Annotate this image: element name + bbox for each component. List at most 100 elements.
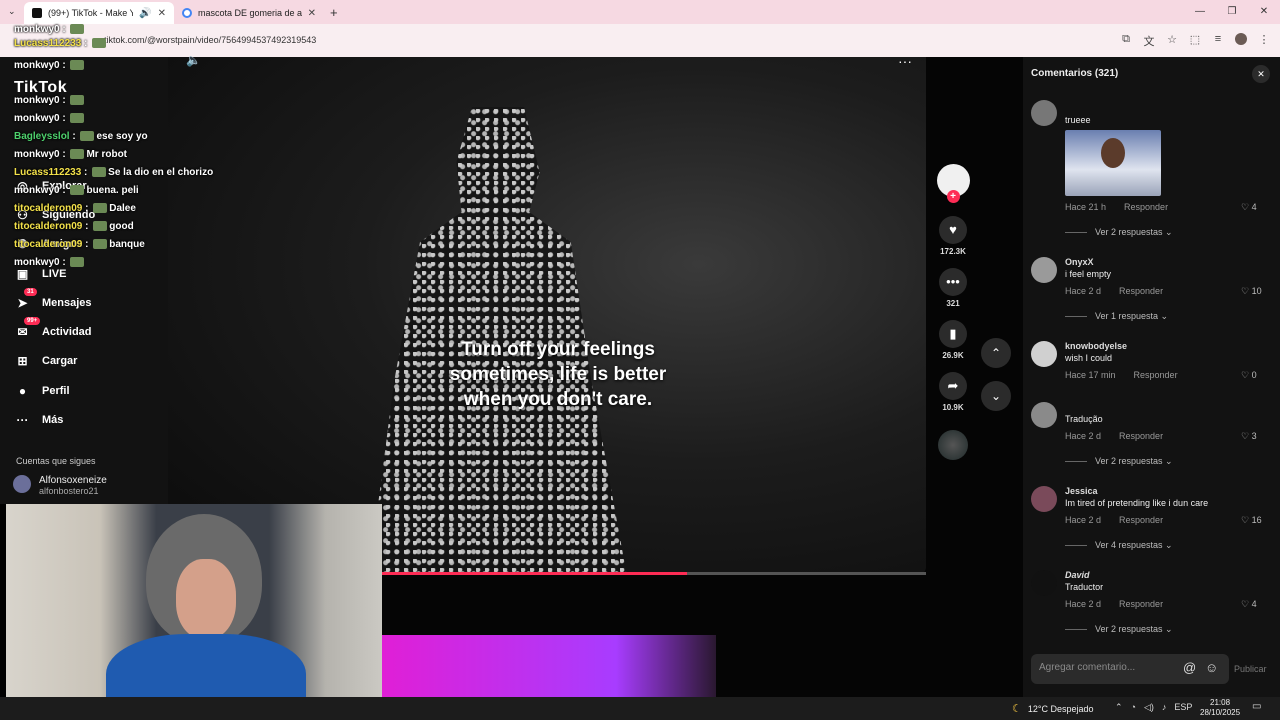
sidebar-item-perfil[interactable]: ● Perfil xyxy=(15,384,70,398)
minimize-icon[interactable]: — xyxy=(1184,0,1216,24)
translate-icon[interactable]: 文 xyxy=(1143,33,1155,49)
sidebar-item-label: Actividad xyxy=(42,326,92,338)
avatar[interactable] xyxy=(1031,100,1057,126)
progress-fill xyxy=(382,572,687,575)
clock-date: 28/10/2025 xyxy=(1200,708,1241,717)
restore-icon[interactable]: ❐ xyxy=(1216,0,1248,24)
sidebar-item-live[interactable]: ▣ LIVE xyxy=(15,267,67,281)
avatar[interactable] xyxy=(1031,257,1057,283)
sidebar-item-actividad[interactable]: ✉ 99+ Actividad xyxy=(15,317,92,339)
streamer-image xyxy=(106,514,306,717)
share-icon: ➦ xyxy=(939,372,967,400)
extensions-icon[interactable]: ⬚ xyxy=(1189,33,1201,49)
view-replies-button[interactable]: Ver 4 respuestas ⌄ xyxy=(1065,540,1173,551)
view-replies-button[interactable]: Ver 2 respuestas ⌄ xyxy=(1065,456,1173,467)
close-tab-icon[interactable]: ✕ xyxy=(308,8,316,19)
chevron-up-icon[interactable]: ⌃ xyxy=(1115,702,1123,713)
reply-button[interactable]: Responder xyxy=(1119,599,1163,609)
next-video-preview[interactable] xyxy=(382,635,716,697)
sidebar-item-label: Más xyxy=(42,414,64,426)
emoji-icon[interactable]: ☺ xyxy=(1205,660,1218,675)
comment-like[interactable]: ♡ 10 xyxy=(1241,286,1262,297)
close-icon[interactable]: ✕ xyxy=(1252,65,1270,83)
like-count: 10 xyxy=(1251,286,1262,296)
comment-text: trueee xyxy=(1065,115,1091,125)
emote-icon xyxy=(70,257,85,268)
screenshot-icon[interactable]: ⧉ xyxy=(1120,33,1132,49)
new-tab-icon[interactable]: + xyxy=(330,5,338,20)
menu-icon[interactable]: ⋮ xyxy=(1258,33,1270,49)
comment-like[interactable]: ♡ 4 xyxy=(1241,202,1257,213)
avatar[interactable] xyxy=(1031,402,1057,428)
avatar[interactable] xyxy=(1031,570,1057,596)
comment-like[interactable]: ♡ 16 xyxy=(1241,515,1262,526)
reply-button[interactable]: Responder xyxy=(1119,286,1163,296)
like-count: 3 xyxy=(1251,431,1257,441)
account-name: Alfonsoxeneize xyxy=(39,475,107,486)
like-button[interactable]: ♥ 172.3K xyxy=(936,216,970,256)
tab-search-icon[interactable]: ⌄ xyxy=(8,6,16,17)
volume-icon[interactable]: ◁) xyxy=(1144,702,1154,713)
star-icon[interactable]: ☆ xyxy=(1166,33,1178,49)
messages-icon: ➤ xyxy=(17,296,28,310)
url-field[interactable]: tiktok.com/@worstpain/video/756499453749… xyxy=(104,35,316,45)
divider xyxy=(1065,232,1087,234)
chat-separator: : xyxy=(82,203,92,214)
like-count: 172.3K xyxy=(940,247,966,256)
volume-icon[interactable]: 🔈 xyxy=(186,53,201,67)
next-video-button[interactable]: ⌄ xyxy=(981,381,1011,411)
activity-badge: 99+ xyxy=(24,317,41,325)
close-window-icon[interactable]: ✕ xyxy=(1248,0,1280,24)
previous-video-button[interactable]: ⌃ xyxy=(981,338,1011,368)
view-replies-button[interactable]: Ver 2 respuestas ⌄ xyxy=(1065,624,1173,635)
comment-like[interactable]: ♡ 4 xyxy=(1241,599,1257,610)
sidebar-item-mas[interactable]: ··· Más xyxy=(15,413,64,427)
comment-input[interactable] xyxy=(1039,662,1179,673)
comment-button[interactable]: ••• 321 xyxy=(936,268,970,308)
follow-plus-icon[interactable]: + xyxy=(946,190,960,203)
chat-message: monkwy0 : xyxy=(14,113,86,124)
chat-text: ese soy yo xyxy=(96,131,148,142)
post-button[interactable]: Publicar xyxy=(1234,664,1267,674)
comment-user[interactable]: David xyxy=(1065,570,1090,580)
chat-message: Lucass112233 : xyxy=(14,38,108,49)
tab-google[interactable]: mascota DE gomeria de autos ✕ xyxy=(174,2,324,24)
view-replies-button[interactable]: Ver 1 respuesta ⌄ xyxy=(1065,311,1168,322)
sidebar-item-mensajes[interactable]: ➤ 31 Mensajes xyxy=(15,288,92,310)
chat-username: Lucass112233 xyxy=(14,167,82,178)
video-player[interactable]: Turn off your feelings sometimes, life i… xyxy=(168,57,926,575)
reply-button[interactable]: Responder xyxy=(1119,515,1163,525)
comment-like[interactable]: ♡ 0 xyxy=(1241,370,1257,381)
sound-button[interactable] xyxy=(936,430,970,460)
video-progress[interactable] xyxy=(382,572,926,575)
mute-tab-icon[interactable]: 🔊 xyxy=(139,8,151,19)
language-indicator[interactable]: ESP xyxy=(1174,702,1192,713)
video-options-icon[interactable]: ··· xyxy=(898,53,912,69)
mention-icon[interactable]: @ xyxy=(1183,660,1196,675)
view-replies-button[interactable]: Ver 2 respuestas ⌄ xyxy=(1065,227,1173,238)
comment-user[interactable]: OnyxX xyxy=(1065,257,1094,267)
sidebar-item-cargar[interactable]: ⊞ Cargar xyxy=(15,354,77,368)
reply-button[interactable]: Responder xyxy=(1119,431,1163,441)
comment-like[interactable]: ♡ 3 xyxy=(1241,431,1257,442)
save-button[interactable]: ▮ 26.9K xyxy=(936,320,970,360)
avatar[interactable] xyxy=(1031,486,1057,512)
following-account[interactable]: Alfonsoxeneize alfonbostero21 xyxy=(13,475,107,496)
tab-tiktok[interactable]: (99+) TikTok - Make Your Da 🔊 ✕ xyxy=(24,2,174,24)
network-icon[interactable]: ◔ xyxy=(1131,702,1136,713)
notification-icon[interactable]: ▭ xyxy=(1252,701,1261,712)
profile-icon[interactable] xyxy=(1235,33,1247,45)
comment-user[interactable]: knowbodyelse xyxy=(1065,341,1127,351)
sidebar-icon[interactable]: ≡ xyxy=(1212,33,1224,49)
weather-widget[interactable]: ☾ 12°C Despejado xyxy=(1012,702,1094,715)
avatar[interactable] xyxy=(1031,341,1057,367)
reply-button[interactable]: Responder xyxy=(1124,202,1168,212)
reply-button[interactable]: Responder xyxy=(1134,370,1178,380)
close-tab-icon[interactable]: ✕ xyxy=(158,8,166,19)
comment-user[interactable]: Jessica xyxy=(1065,486,1098,496)
share-button[interactable]: ➦ 10.9K xyxy=(936,372,970,412)
creator-avatar-button[interactable]: + xyxy=(936,164,970,203)
microphone-icon[interactable]: ♪ xyxy=(1162,702,1167,713)
clock[interactable]: 21:08 28/10/2025 xyxy=(1200,698,1240,718)
comment-meta: Hace 21 h Responder xyxy=(1065,202,1168,212)
